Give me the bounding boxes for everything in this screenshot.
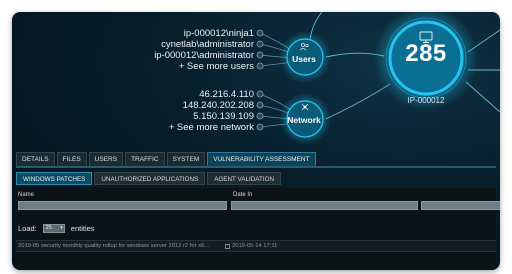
column-header-date-in[interactable]: Date In [233, 192, 252, 198]
column-header-name[interactable]: Name [18, 192, 34, 198]
load-count-value: 25 [45, 224, 52, 231]
row-date: 2019-05-14 17:11 [232, 243, 278, 249]
user-item[interactable]: cynetlab\administrator [161, 39, 254, 50]
center-node-value[interactable]: 285 [384, 40, 468, 68]
tab-details[interactable]: DETAILS [16, 152, 55, 166]
calendar-icon [225, 244, 230, 249]
see-more-users-link[interactable]: + See more users [179, 61, 254, 72]
name-filter-input[interactable] [18, 201, 227, 210]
network-item[interactable]: 5.150.139.109 [193, 111, 254, 122]
tab-traffic[interactable]: TRAFFIC [125, 152, 165, 166]
tab-users[interactable]: USERS [88, 152, 124, 166]
date-filter-input[interactable] [231, 201, 418, 210]
table-header: Name Date In [16, 192, 496, 200]
app-window: ip-000012\ninja1 cynetlab\administrator … [12, 12, 500, 270]
chevron-down-icon: ▾ [60, 224, 63, 231]
user-item[interactable]: ip-000012\ninja1 [184, 28, 254, 39]
item-dots [256, 29, 264, 131]
tab-system[interactable]: SYSTEM [166, 152, 206, 166]
subtab-windows-patches[interactable]: WINDOWS PATCHES [16, 172, 93, 185]
entities-label: entities [70, 223, 95, 233]
tab-vulnerability-assessment[interactable]: VULNERABILITY ASSESSMENT [207, 152, 316, 166]
see-more-network-link[interactable]: + See more network [169, 122, 254, 133]
load-count-select[interactable]: 25 ▾ [42, 223, 65, 233]
users-node-label[interactable]: Users [284, 54, 324, 64]
subtab-agent-validation[interactable]: AGENT VALIDATION [207, 172, 282, 185]
subtab-unauthorized-applications[interactable]: UNAUTHORIZED APPLICATIONS [94, 172, 206, 185]
load-label: Load: [18, 223, 37, 233]
row-name: 2019-05 security monthly quality rollup … [18, 243, 210, 249]
patches-table: Name Date In Load: 25 ▾ entities 2019-05… [16, 188, 500, 270]
relationship-graph: ip-000012\ninja1 cynetlab\administrator … [12, 12, 500, 152]
main-tabs: DETAILS FILES USERS TRAFFIC SYSTEM VULNE… [16, 152, 318, 166]
user-item[interactable]: ip-000012\administrator [154, 50, 254, 61]
tabbar-divider [16, 166, 496, 168]
network-item[interactable]: 46.216.4.110 [199, 89, 254, 100]
table-row[interactable]: 2019-05 security monthly quality rollup … [16, 240, 496, 252]
sub-tabs: WINDOWS PATCHES UNAUTHORIZED APPLICATION… [16, 172, 283, 186]
center-node-host: IP-000012 [407, 96, 445, 105]
network-item[interactable]: 148.240.202.208 [183, 100, 254, 111]
network-node-label[interactable]: Network [283, 115, 325, 125]
tab-files[interactable]: FILES [56, 152, 87, 166]
load-control: Load: 25 ▾ entities [18, 222, 95, 234]
extra-filter-input[interactable] [421, 201, 500, 210]
